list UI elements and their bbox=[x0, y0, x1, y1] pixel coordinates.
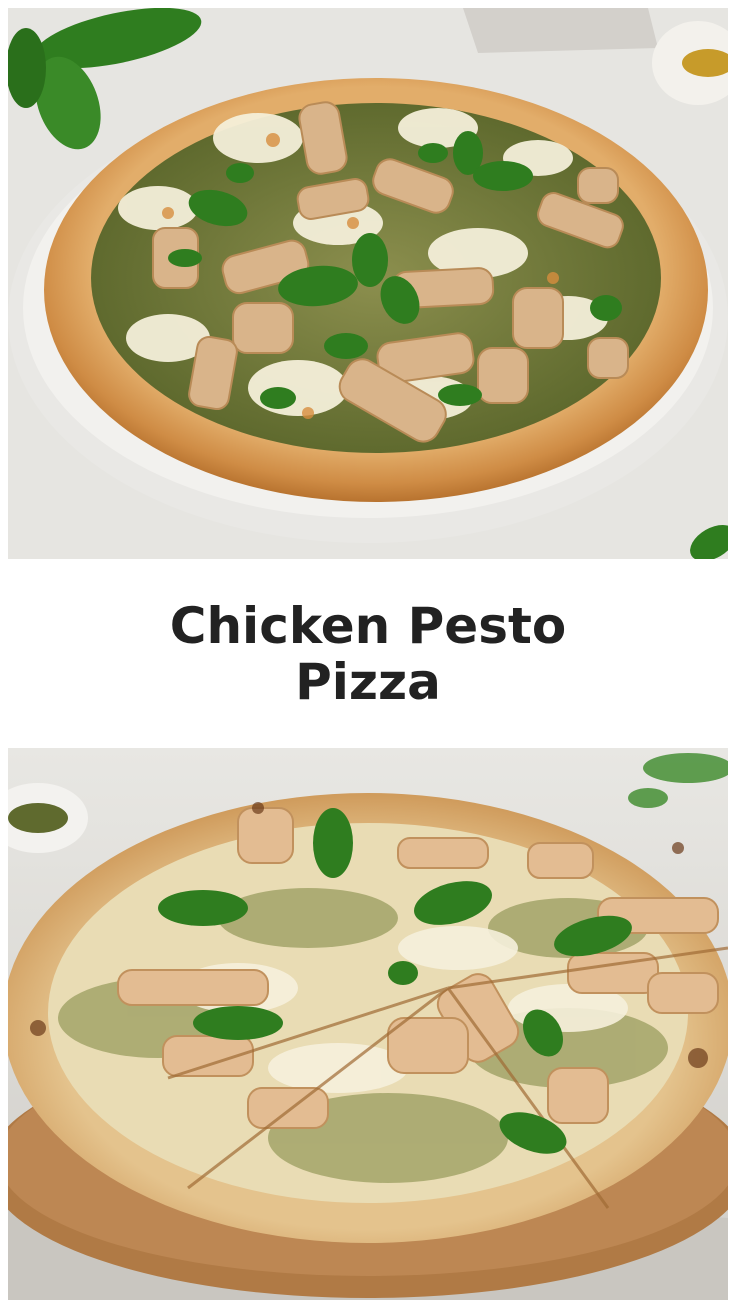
top-pizza-photo bbox=[8, 8, 728, 559]
top-pizza-illustration bbox=[8, 8, 728, 559]
bottom-pizza-illustration bbox=[8, 748, 728, 1300]
bottom-pizza-photo bbox=[8, 748, 728, 1300]
napkin bbox=[463, 8, 658, 53]
page-title: Chicken Pesto Pizza bbox=[169, 596, 567, 711]
title-band: Chicken Pesto Pizza bbox=[0, 559, 736, 748]
